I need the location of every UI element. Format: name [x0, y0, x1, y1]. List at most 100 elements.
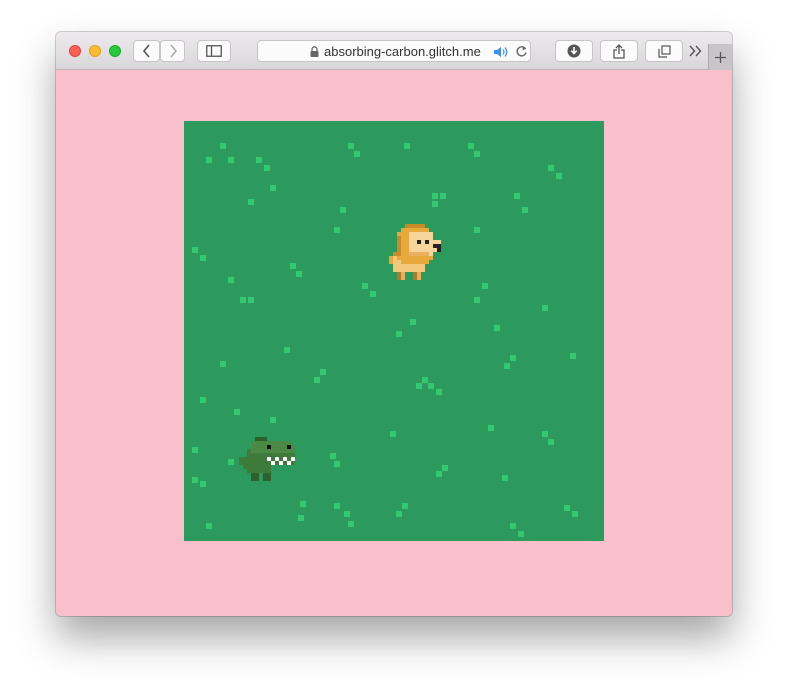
sidebar-icon	[206, 45, 222, 57]
browser-toolbar: absorbing-carbon.glitch.me	[56, 32, 732, 70]
share-icon	[613, 43, 625, 59]
close-window-button[interactable]	[69, 45, 81, 57]
grass-tuft	[270, 185, 276, 191]
grass-tuft	[432, 201, 438, 207]
grass-tuft	[200, 255, 206, 261]
grass-tuft	[264, 165, 270, 171]
grass-tuft	[298, 515, 304, 521]
grass-tuft	[248, 199, 254, 205]
grass-tuft	[556, 173, 562, 179]
tabs-overview-button[interactable]	[645, 40, 683, 62]
download-icon	[567, 44, 581, 58]
grass-tuft	[300, 501, 306, 507]
grass-tuft	[220, 143, 226, 149]
grass-tuft	[334, 227, 340, 233]
grass-tuft	[228, 157, 234, 163]
grass-tuft	[206, 523, 212, 529]
back-button[interactable]	[133, 40, 160, 62]
crocodile-sprite	[239, 437, 295, 481]
grass-tuft	[514, 193, 520, 199]
grass-tuft	[548, 439, 554, 445]
grass-tuft	[488, 425, 494, 431]
grass-tuft	[416, 383, 422, 389]
grass-tuft	[248, 297, 254, 303]
grass-tuft	[362, 283, 368, 289]
sidebar-button[interactable]	[197, 40, 231, 62]
grass-tuft	[474, 151, 480, 157]
audio-icon[interactable]	[493, 46, 509, 58]
grass-tuft	[200, 397, 206, 403]
forward-button[interactable]	[160, 40, 185, 62]
grass-tuft	[314, 377, 320, 383]
grass-tuft	[330, 453, 336, 459]
lock-icon	[310, 46, 319, 57]
grass-tuft	[228, 277, 234, 283]
grass-tuft	[468, 143, 474, 149]
grass-tuft	[572, 511, 578, 517]
grass-tuft	[228, 459, 234, 465]
grass-tuft	[320, 369, 326, 375]
grass-tuft	[200, 481, 206, 487]
grass-tuft	[564, 505, 570, 511]
grass-tuft	[354, 151, 360, 157]
address-bar[interactable]: absorbing-carbon.glitch.me	[257, 40, 531, 62]
overflow-icon[interactable]	[689, 45, 702, 57]
grass-tuft	[510, 355, 516, 361]
grass-tuft	[348, 143, 354, 149]
grass-tuft	[270, 417, 276, 423]
grass-tuft	[334, 503, 340, 509]
grass-tuft	[522, 207, 528, 213]
new-tab-icon	[715, 51, 726, 63]
page-content	[56, 70, 732, 616]
game-field[interactable]	[184, 121, 604, 541]
grass-tuft	[542, 431, 548, 437]
grass-tuft	[494, 325, 500, 331]
grass-tuft	[570, 353, 576, 359]
grass-tuft	[440, 193, 446, 199]
grass-tuft	[422, 377, 428, 383]
downloads-button[interactable]	[555, 40, 593, 62]
browser-window: absorbing-carbon.glitch.me	[56, 32, 732, 616]
grass-tuft	[240, 297, 246, 303]
back-icon	[142, 44, 150, 58]
grass-tuft	[348, 521, 354, 527]
grass-tuft	[436, 471, 442, 477]
grass-tuft	[192, 247, 198, 253]
grass-tuft	[432, 193, 438, 199]
grass-tuft	[334, 461, 340, 467]
grass-tuft	[290, 263, 296, 269]
reload-icon[interactable]	[515, 45, 528, 58]
grass-tuft	[502, 475, 508, 481]
grass-tuft	[390, 431, 396, 437]
grass-tuft	[340, 207, 346, 213]
url-text: absorbing-carbon.glitch.me	[324, 44, 481, 59]
grass-tuft	[296, 271, 302, 277]
grass-tuft	[518, 531, 524, 537]
share-button[interactable]	[600, 40, 638, 62]
grass-tuft	[474, 297, 480, 303]
grass-tuft	[504, 363, 510, 369]
grass-tuft	[510, 523, 516, 529]
grass-tuft	[482, 283, 488, 289]
grass-tuft	[256, 157, 262, 163]
minimize-window-button[interactable]	[89, 45, 101, 57]
grass-tuft	[542, 305, 548, 311]
grass-tuft	[410, 319, 416, 325]
grass-tuft	[206, 157, 212, 163]
grass-tuft	[402, 503, 408, 509]
zoom-window-button[interactable]	[109, 45, 121, 57]
grass-tuft	[442, 465, 448, 471]
grass-tuft	[404, 143, 410, 149]
new-tab-button[interactable]	[708, 44, 732, 70]
grass-tuft	[474, 227, 480, 233]
grass-tuft	[284, 347, 290, 353]
grass-tuft	[428, 383, 434, 389]
grass-tuft	[192, 477, 198, 483]
lion-sprite	[389, 224, 441, 280]
tabs-overview-icon	[657, 44, 671, 58]
grass-tuft	[192, 447, 198, 453]
grass-tuft	[344, 511, 350, 517]
grass-tuft	[436, 389, 442, 395]
grass-tuft	[234, 409, 240, 415]
grass-tuft	[548, 165, 554, 171]
